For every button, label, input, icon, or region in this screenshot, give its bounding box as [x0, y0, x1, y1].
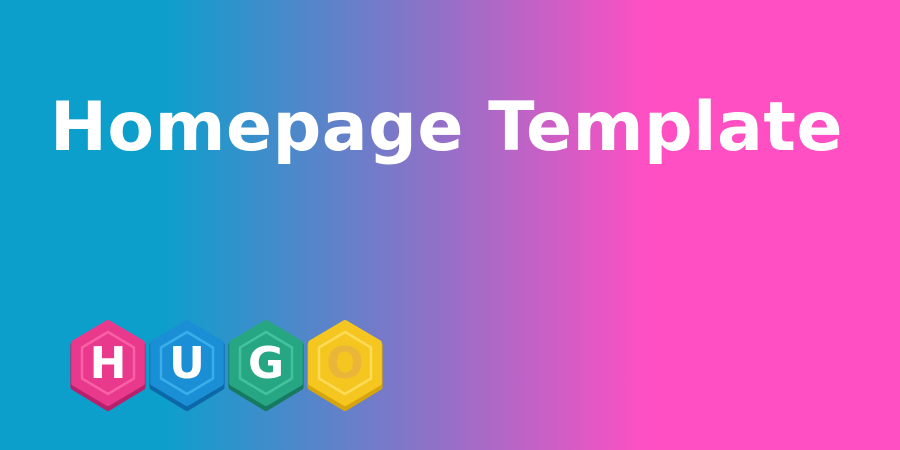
- hexagon-u-icon: U: [149, 320, 225, 411]
- logo-letter: O: [326, 338, 363, 389]
- hexagon-h-icon: H: [70, 320, 146, 411]
- hugo-logo: HUGO: [70, 320, 386, 411]
- hexagon-g-icon: G: [228, 320, 304, 411]
- logo-letter: U: [169, 338, 205, 389]
- hexagon-o-icon: O: [307, 320, 383, 411]
- logo-letter: H: [90, 338, 127, 389]
- page-title: Homepage Template: [50, 88, 843, 167]
- hero-banner: Homepage Template HUGO: [0, 0, 900, 450]
- logo-letter: G: [248, 338, 284, 389]
